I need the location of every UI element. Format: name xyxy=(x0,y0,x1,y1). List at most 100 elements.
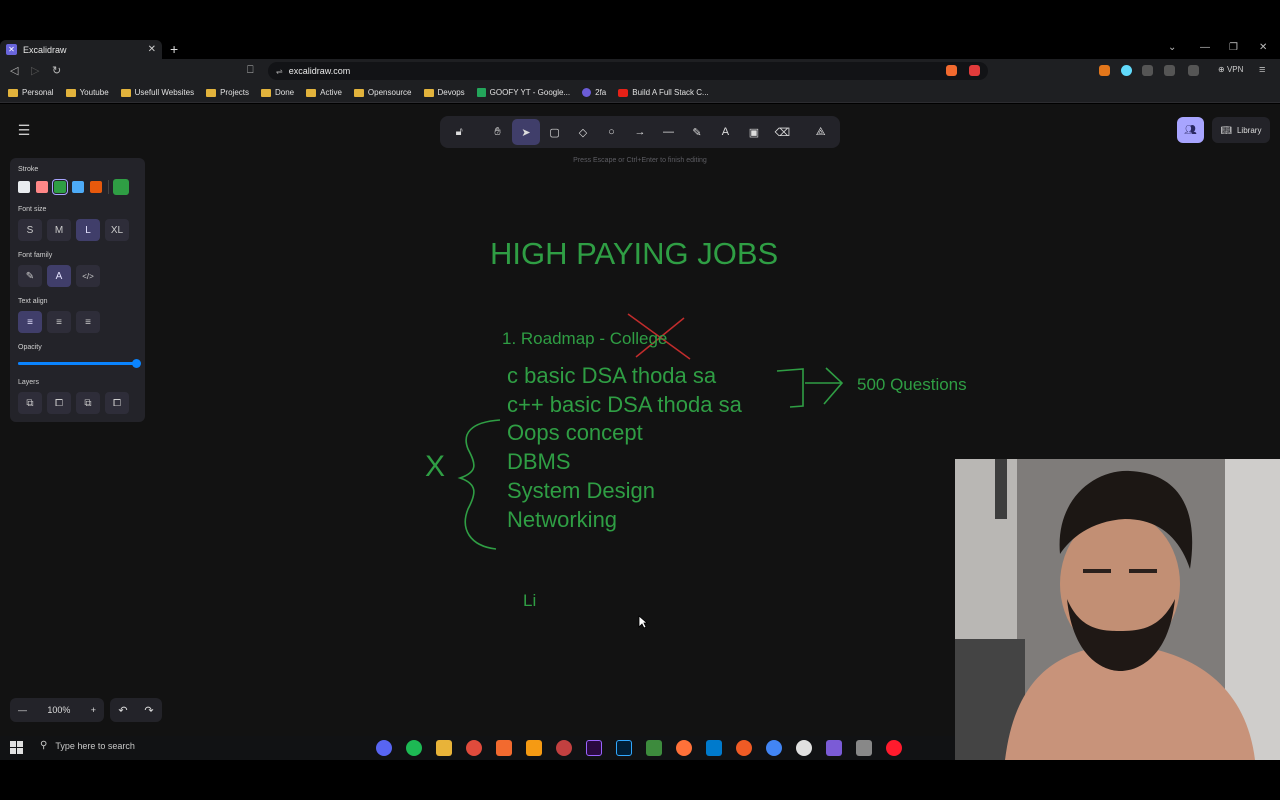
opera-icon[interactable] xyxy=(886,740,902,756)
bookmark-goofy-yt[interactable]: GOOFY YT - Google... xyxy=(476,88,570,97)
back-icon[interactable]: ◁ xyxy=(10,64,18,77)
brave-shields-icon[interactable] xyxy=(946,65,957,76)
react-devtools-icon[interactable] xyxy=(1121,65,1132,76)
collaborate-button[interactable]: 👥︎ xyxy=(1177,117,1204,143)
bookmark-devops[interactable]: Devops xyxy=(423,88,465,97)
topic-item-c[interactable]: c basic DSA thoda sa xyxy=(507,363,716,389)
font-code-icon[interactable]: </> xyxy=(76,265,100,287)
stroke-color-blue[interactable] xyxy=(72,181,84,193)
topic-item-networking[interactable]: Networking xyxy=(507,507,617,533)
bookmark-active[interactable]: Active xyxy=(306,88,342,97)
zoom-out-icon[interactable]: — xyxy=(18,705,27,715)
ellipse-tool-icon[interactable]: ○ xyxy=(597,119,625,145)
bookmark-done[interactable]: Done xyxy=(261,88,294,97)
stroke-color-orange[interactable] xyxy=(90,181,102,193)
bookmark-2fa[interactable]: 2fa xyxy=(582,88,606,97)
browser-menu-icon[interactable]: ≡ xyxy=(1259,64,1265,76)
tab-search-chevron-icon[interactable]: ⌄ xyxy=(1168,42,1176,53)
stroke-color-white[interactable] xyxy=(18,181,30,193)
forward-icon[interactable]: ▷ xyxy=(31,64,39,77)
zoom-level[interactable]: 100% xyxy=(47,705,70,715)
bring-forward-icon[interactable]: ⧉ xyxy=(76,392,100,414)
bookmark-youtube[interactable]: Youtube xyxy=(65,88,109,97)
font-normal-icon[interactable]: A xyxy=(47,265,71,287)
roadmap-text[interactable]: 1. Roadmap - College xyxy=(502,329,667,349)
bookmark-icon[interactable]: ⎕ xyxy=(247,64,254,77)
main-menu-icon[interactable]: ☰ xyxy=(10,119,38,141)
postman-icon[interactable] xyxy=(736,740,752,756)
wallet-icon[interactable] xyxy=(1188,65,1199,76)
extensions-icon[interactable] xyxy=(1142,65,1153,76)
undo-icon[interactable]: ↶ xyxy=(118,704,127,717)
photoshop-icon[interactable] xyxy=(616,740,632,756)
font-size-m[interactable]: M xyxy=(47,219,71,241)
obsidian-icon[interactable] xyxy=(826,740,842,756)
brave-rewards-icon[interactable] xyxy=(969,65,980,76)
topic-item-cpp[interactable]: c++ basic DSA thoda sa xyxy=(507,392,742,418)
opacity-slider[interactable] xyxy=(18,357,141,369)
metamask-extension-icon[interactable] xyxy=(1099,65,1110,76)
font-size-l[interactable]: L xyxy=(76,219,100,241)
browser-tab-excalidraw[interactable]: ✕ Excalidraw ✕ xyxy=(0,40,162,59)
vpn-button[interactable]: ⊕ VPN xyxy=(1218,65,1243,74)
text-tool-icon[interactable]: A xyxy=(711,119,739,145)
bookmark-personal[interactable]: Personal xyxy=(8,88,54,97)
premiere-pro-icon[interactable] xyxy=(586,740,602,756)
firefox-icon[interactable] xyxy=(676,740,692,756)
arrow-tool-icon[interactable]: → xyxy=(626,119,654,145)
chrome-profile-icon[interactable] xyxy=(766,740,782,756)
more-tools-icon[interactable]: ⟁ xyxy=(806,119,834,145)
font-hand-drawn-icon[interactable]: ✎ xyxy=(18,265,42,287)
canvas-title-text[interactable]: HIGH PAYING JOBS xyxy=(490,236,778,272)
send-backward-icon[interactable]: ⧠ xyxy=(47,392,71,414)
questions-text[interactable]: 500 Questions xyxy=(857,375,967,395)
slack-icon[interactable] xyxy=(796,740,812,756)
obs-icon[interactable] xyxy=(556,740,572,756)
discord-icon[interactable] xyxy=(376,740,392,756)
window-close-icon[interactable]: ✕ xyxy=(1259,42,1267,53)
windows-start-icon[interactable] xyxy=(10,741,23,754)
image-tool-icon[interactable]: ▣ xyxy=(740,119,768,145)
site-info-icon[interactable]: ⇌ xyxy=(276,67,283,76)
bookmark-opensource[interactable]: Opensource xyxy=(353,88,412,97)
vlc-icon[interactable] xyxy=(526,740,542,756)
bookmark-projects[interactable]: Projects xyxy=(206,88,249,97)
font-size-s[interactable]: S xyxy=(18,219,42,241)
sidebar-icon[interactable] xyxy=(1164,65,1175,76)
editing-text[interactable]: Li xyxy=(523,591,536,611)
brave-icon[interactable] xyxy=(496,740,512,756)
minimize-icon[interactable]: — xyxy=(1200,42,1210,53)
taskbar-search[interactable]: ⚲ Type here to search xyxy=(40,740,135,751)
topic-item-dbms[interactable]: DBMS xyxy=(507,449,571,475)
topic-item-oops[interactable]: Oops concept xyxy=(507,420,643,446)
font-size-xl[interactable]: XL xyxy=(105,219,129,241)
eraser-tool-icon[interactable]: ⌫ xyxy=(768,119,796,145)
android-studio-icon[interactable] xyxy=(646,740,662,756)
library-button[interactable]: 📖︎ Library xyxy=(1212,117,1270,143)
virtualbox-icon[interactable] xyxy=(856,740,872,756)
align-center-icon[interactable]: ≡ xyxy=(47,311,71,333)
bookmark-build-full-stack[interactable]: Build A Full Stack C... xyxy=(618,88,709,97)
hand-tool-icon[interactable]: ✋︎ xyxy=(483,119,511,145)
diamond-tool-icon[interactable]: ◇ xyxy=(569,119,597,145)
chrome-icon[interactable] xyxy=(466,740,482,756)
restore-icon[interactable]: ❐ xyxy=(1229,42,1238,53)
vscode-icon[interactable] xyxy=(706,740,722,756)
draw-tool-icon[interactable]: ✎ xyxy=(683,119,711,145)
align-right-icon[interactable]: ≡ xyxy=(76,311,100,333)
rectangle-tool-icon[interactable]: ▢ xyxy=(540,119,568,145)
opacity-knob[interactable] xyxy=(132,359,141,368)
reload-icon[interactable]: ↻ xyxy=(52,64,61,77)
bookmark-usefull-websites[interactable]: Usefull Websites xyxy=(120,88,194,97)
bring-to-front-icon[interactable]: ⧠ xyxy=(105,392,129,414)
redo-icon[interactable]: ↷ xyxy=(144,704,153,717)
address-bar[interactable]: ⇌ excalidraw.com xyxy=(268,62,988,80)
selection-tool-icon[interactable]: ➤ xyxy=(511,119,541,145)
stroke-color-red[interactable] xyxy=(36,181,48,193)
file-explorer-icon[interactable] xyxy=(436,740,452,756)
cross-mark-text[interactable]: X xyxy=(425,450,445,484)
tab-close-icon[interactable]: ✕ xyxy=(148,44,156,55)
zoom-in-icon[interactable]: + xyxy=(91,705,96,715)
spotify-icon[interactable] xyxy=(406,740,422,756)
topic-item-system-design[interactable]: System Design xyxy=(507,478,655,504)
